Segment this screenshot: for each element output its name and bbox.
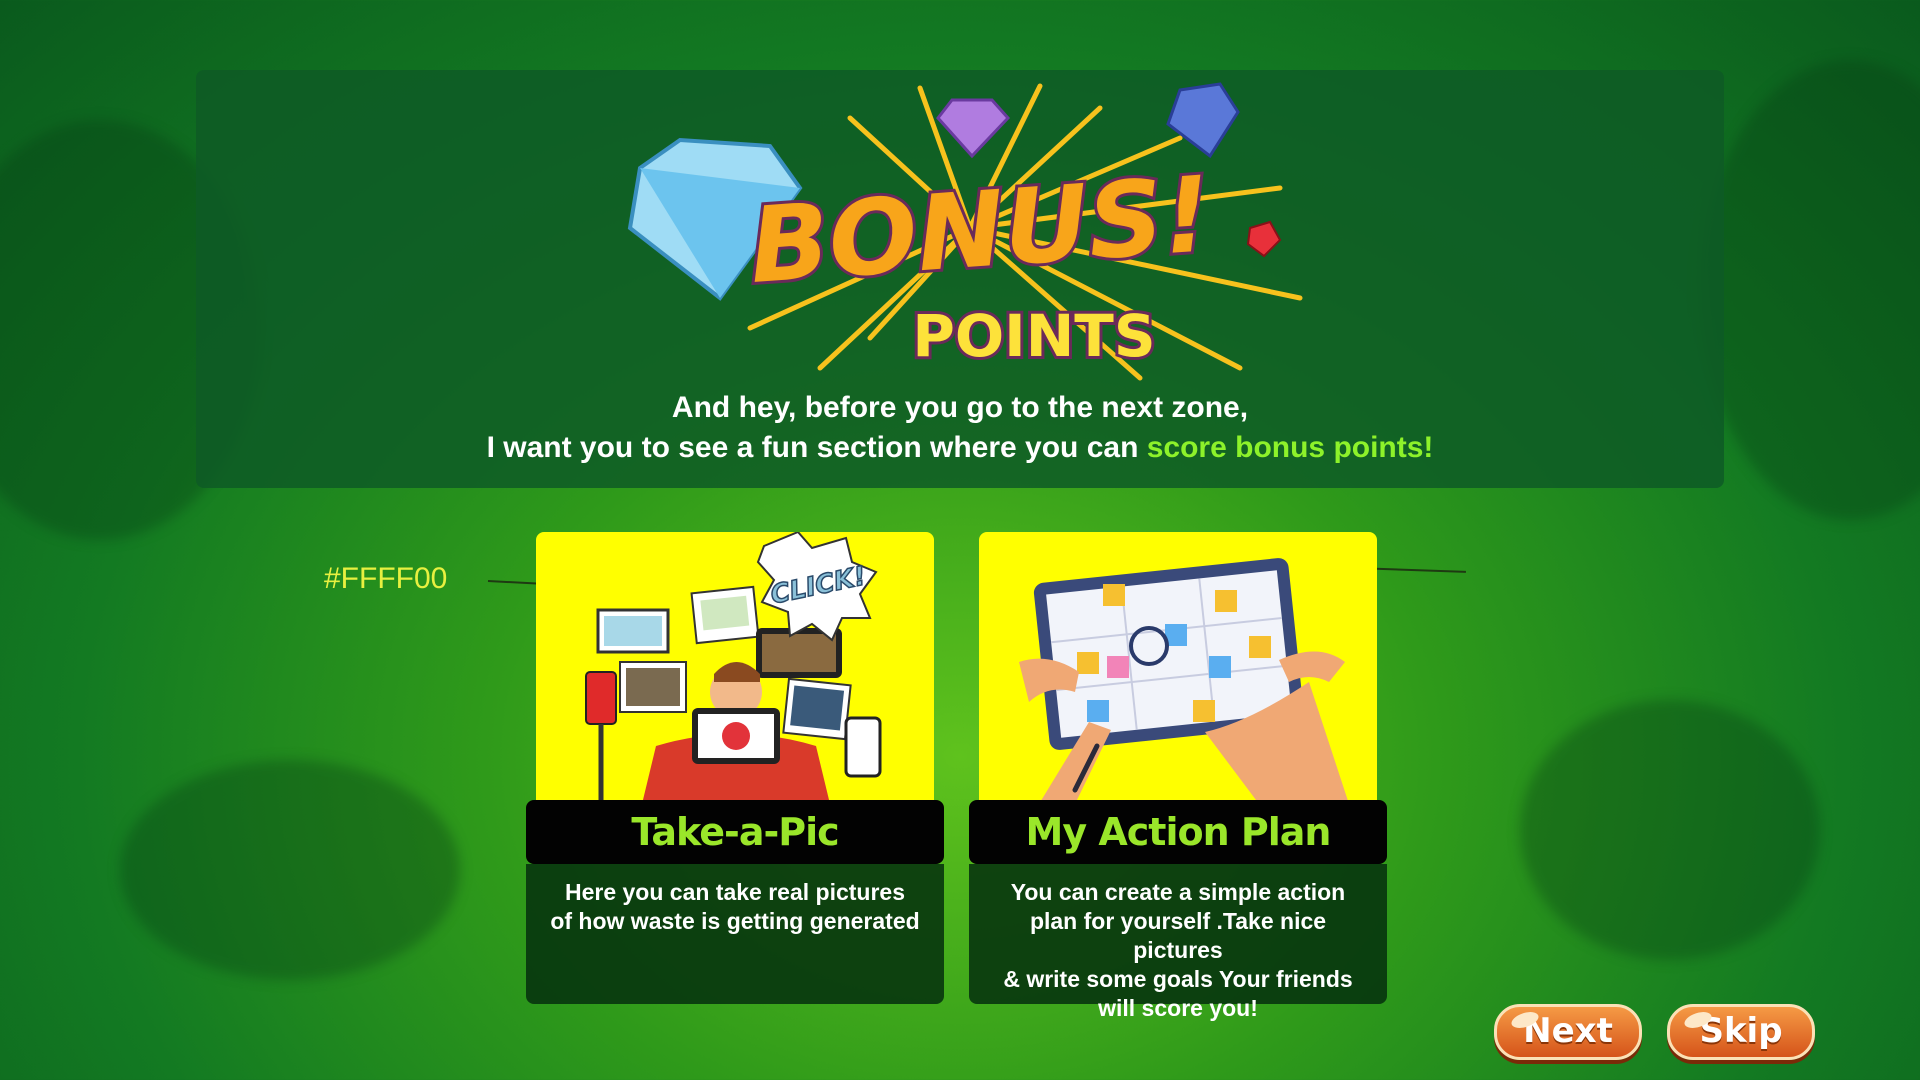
selfie-stick-phone-icon (585, 671, 617, 804)
sapphire-gem-icon (1166, 82, 1240, 159)
photo-frame-icon (690, 585, 760, 645)
my-action-plan-card[interactable]: My Action Plan You can create a simple a… (969, 532, 1387, 1021)
jungle-bush-bottom-right (1520, 700, 1820, 960)
take-a-pic-illustration: CLICK! (536, 532, 934, 804)
intro-line-1: And hey, before you go to the next zone, (671, 391, 1249, 424)
speech-bubble-icon: CLICK! (756, 532, 878, 642)
next-button[interactable]: Next (1494, 1004, 1642, 1060)
bonus-points-logo: BONUS! POINTS (620, 78, 1320, 388)
photo-frame-icon (782, 677, 852, 741)
purple-gem-icon (936, 98, 1011, 159)
skip-button[interactable]: Skip (1667, 1004, 1815, 1060)
my-action-plan-title[interactable]: My Action Plan (969, 800, 1387, 864)
logo-points-text: POINTS (912, 302, 1155, 370)
logo-bonus-text: BONUS! (746, 153, 1215, 307)
take-a-pic-title[interactable]: Take-a-Pic (526, 800, 944, 864)
color-annotation-label: #FFFF00 (324, 562, 448, 595)
intro-line-2: I want you to see a fun section where yo… (260, 428, 1660, 468)
action-plan-illustration (979, 532, 1377, 804)
jungle-foliage-right (1700, 60, 1920, 520)
photo-frame-icon (619, 661, 687, 713)
bonus-points-logo-art: BONUS! POINTS (627, 82, 1303, 381)
jungle-bush-bottom-left (120, 760, 460, 980)
intro-highlight: score bonus points! (1146, 431, 1434, 464)
intro-line-2-plain: I want you to see a fun section where yo… (486, 431, 1147, 464)
photo-frame-icon (596, 608, 670, 654)
take-a-pic-description: Here you can take real pictures of how w… (526, 864, 944, 1004)
take-a-pic-card[interactable]: CLICK! Take-a-Pic Here you can take real… (526, 532, 944, 1004)
red-gem-icon (1246, 220, 1282, 258)
my-action-plan-description: You can create a simple action plan for … (969, 864, 1387, 1021)
white-phone-icon (844, 716, 882, 778)
intro-text: And hey, before you go to the next zone,… (260, 388, 1660, 468)
